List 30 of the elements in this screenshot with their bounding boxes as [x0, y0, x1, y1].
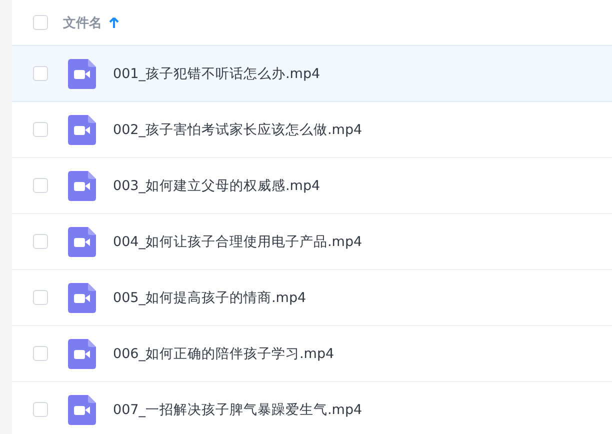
checkbox[interactable] — [33, 122, 48, 137]
file-name[interactable]: 001_孩子犯错不听话怎么办.mp4 — [113, 64, 320, 82]
file-row[interactable]: 003_如何建立父母的权威感.mp4 — [12, 158, 612, 214]
file-row[interactable]: 004_如何让孩子合理使用电子产品.mp4 — [12, 214, 612, 270]
file-row[interactable]: 005_如何提高孩子的情商.mp4 — [12, 270, 612, 326]
video-file-icon — [68, 114, 96, 144]
video-file-icon — [68, 226, 96, 256]
sort-arrow-icon[interactable] — [109, 16, 119, 28]
file-name[interactable]: 006_如何正确的陪伴孩子学习.mp4 — [113, 344, 334, 362]
checkbox[interactable] — [33, 290, 48, 305]
video-file-icon — [68, 58, 96, 88]
file-row[interactable]: 006_如何正确的陪伴孩子学习.mp4 — [12, 326, 612, 382]
file-name[interactable]: 007_一招解决孩子脾气暴躁爱生气.mp4 — [113, 400, 362, 418]
file-row[interactable]: 007_一招解决孩子脾气暴躁爱生气.mp4 — [12, 382, 612, 434]
video-file-icon — [68, 170, 96, 200]
checkbox[interactable] — [33, 66, 48, 81]
file-name[interactable]: 002_孩子害怕考试家长应该怎么做.mp4 — [113, 120, 362, 138]
video-file-icon — [68, 338, 96, 368]
file-name[interactable]: 005_如何提高孩子的情商.mp4 — [113, 288, 306, 306]
video-file-icon — [68, 394, 96, 424]
file-name[interactable]: 003_如何建立父母的权威感.mp4 — [113, 176, 320, 194]
file-row[interactable]: 002_孩子害怕考试家长应该怎么做.mp4 — [12, 102, 612, 158]
checkbox[interactable] — [33, 234, 48, 249]
checkbox[interactable] — [33, 402, 48, 417]
checkbox[interactable] — [33, 346, 48, 361]
video-file-icon — [68, 282, 96, 312]
file-row[interactable]: 001_孩子犯错不听话怎么办.mp4 — [12, 46, 612, 102]
select-all-checkbox[interactable] — [33, 15, 48, 30]
checkbox[interactable] — [33, 178, 48, 193]
file-name[interactable]: 004_如何让孩子合理使用电子产品.mp4 — [113, 232, 362, 250]
